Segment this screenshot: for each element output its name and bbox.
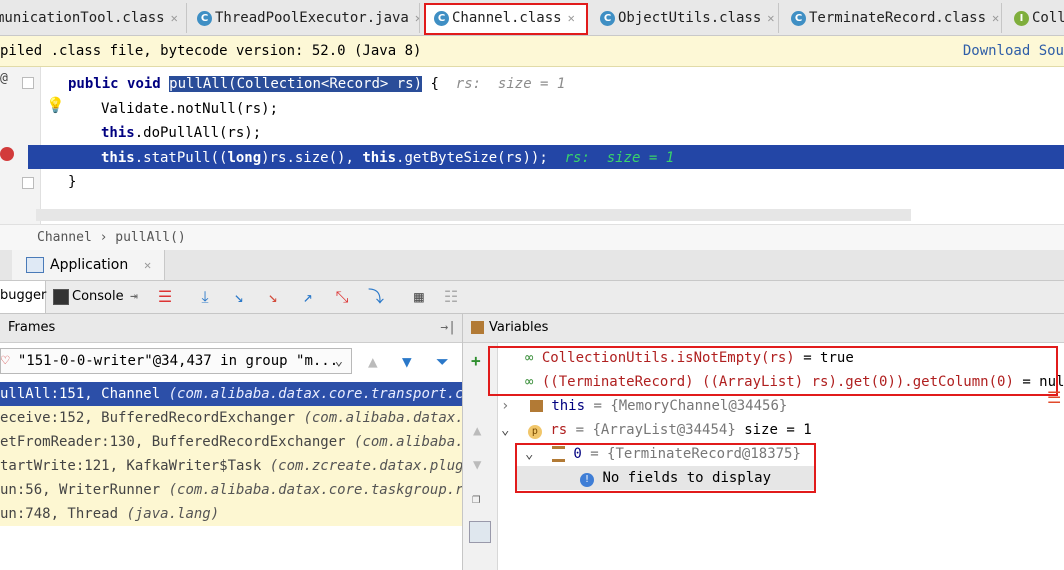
evaluate-expression-icon[interactable]: ▦	[409, 287, 429, 307]
thread-selected-value: "151-0-0-writer"@34,437 in group "m...	[17, 353, 339, 369]
step-out-icon[interactable]: ↗	[298, 287, 318, 307]
tab-coll[interactable]: I Coll	[1004, 3, 1064, 33]
code-line-5[interactable]: }	[0, 170, 1064, 194]
step-into-icon[interactable]: ↘	[229, 287, 249, 307]
chevron-down-icon[interactable]: ⌄	[335, 349, 343, 373]
drop-frame-icon[interactable]: ⤡	[332, 287, 352, 307]
close-icon[interactable]: ✕	[144, 250, 151, 280]
highlight-box-item-0	[515, 443, 816, 493]
code-line-1[interactable]: public void pullAll(Collection<Record> r…	[0, 72, 1064, 96]
close-icon[interactable]: ✕	[992, 11, 999, 25]
code-line-3[interactable]: this.doPullAll(rs);	[0, 121, 1064, 145]
frame-row[interactable]: etFromReader:130, BufferedRecordExchange…	[0, 430, 462, 454]
close-icon[interactable]: ✕	[415, 11, 419, 25]
tab-object-utils[interactable]: C ObjectUtils.class ✕	[590, 3, 779, 33]
copy-icon[interactable]: ❐	[472, 491, 480, 507]
force-step-into-icon[interactable]: ↘	[263, 287, 283, 307]
run-to-cursor-icon[interactable]: ⤵	[366, 287, 386, 307]
variables-title: Variables	[489, 320, 549, 335]
frame-row[interactable]: tartWrite:121, KafkaWriter$Task (com.zcr…	[0, 454, 462, 478]
highlight-box-active-tab	[424, 3, 588, 35]
pin-arrow-icon[interactable]: →|	[440, 314, 456, 342]
move-watch-up-icon[interactable]: ▲	[473, 423, 481, 439]
console-icon	[53, 289, 69, 305]
show-execution-point-icon[interactable]: ☰	[155, 287, 175, 307]
trace-icon[interactable]: ☷	[441, 287, 461, 307]
breadcrumb-item-class[interactable]: Channel	[37, 230, 92, 245]
variables-header: Variables	[463, 314, 1064, 343]
banner-text: piled .class file, bytecode version: 52.…	[0, 43, 422, 59]
tab-console[interactable]: Console ⇥	[50, 284, 146, 310]
frames-title: Frames	[8, 320, 56, 335]
tab-application[interactable]: Application ✕	[12, 250, 165, 280]
close-icon[interactable]: ✕	[767, 11, 774, 25]
chevron-right-icon[interactable]: ›	[501, 398, 509, 414]
code-line-4[interactable]: this.statPull((long)rs.size(), this.getB…	[0, 146, 1064, 170]
previous-frame-icon[interactable]: ▲	[368, 352, 378, 371]
pin-arrow-icon[interactable]: ⇥	[130, 284, 138, 310]
thread-suspended-icon: ♡	[1, 353, 10, 369]
variable-row-this[interactable]: › this = {MemoryChannel@34456}	[501, 394, 787, 418]
tab-thread-pool-executor[interactable]: CThreadPoolExecutor.java ✕	[187, 3, 420, 33]
class-icon: C	[600, 10, 615, 26]
frame-row[interactable]: un:748, Thread (java.lang)	[0, 502, 462, 526]
frames-panel: Frames →| ♡ "151-0-0-writer"@34,437 in g…	[0, 314, 463, 570]
inline-debug-hint: rs: size = 1	[564, 150, 675, 166]
debug-session-tabs: Application ✕	[0, 250, 1064, 281]
tab-debugger[interactable]: bugger	[0, 281, 46, 313]
class-icon: C	[197, 10, 212, 26]
tab-communication-tool[interactable]: municationTool.class ✕	[0, 3, 187, 33]
breadcrumb: Channel › pullAll()	[0, 224, 1064, 250]
thread-select[interactable]: ♡ "151-0-0-writer"@34,437 in group "m...…	[0, 348, 352, 374]
breadcrumb-separator: ›	[99, 230, 108, 245]
field-icon	[529, 400, 543, 412]
frame-row[interactable]: un:56, WriterRunner (com.alibaba.datax.c…	[0, 478, 462, 502]
tab-terminate-record[interactable]: C TerminateRecord.class ✕	[781, 3, 1002, 33]
variable-row-rs[interactable]: ⌄ p rs = {ArrayList@34454} size = 1	[501, 418, 812, 442]
highlight-box-watches	[488, 346, 1058, 396]
tab-label: municationTool.class	[0, 10, 165, 26]
code-line-2[interactable]: Validate.notNull(rs);	[0, 97, 1064, 121]
download-sources-link[interactable]: Download Sou	[963, 36, 1064, 66]
tab-label: ObjectUtils.class	[618, 10, 762, 26]
frames-header: Frames →|	[0, 314, 462, 343]
watches-toggle-icon[interactable]	[469, 521, 491, 543]
annotation-icon: ☰	[1047, 388, 1062, 407]
decompiled-banner: piled .class file, bytecode version: 52.…	[0, 36, 1064, 67]
variables-icon	[471, 321, 484, 334]
move-watch-down-icon[interactable]: ▼	[473, 457, 481, 473]
new-watch-icon[interactable]: +	[471, 351, 481, 370]
parameter-icon: p	[527, 425, 542, 439]
tab-label: ThreadPoolExecutor.java	[215, 10, 409, 26]
class-icon: C	[791, 10, 806, 26]
close-icon[interactable]: ✕	[171, 11, 178, 25]
horizontal-scrollbar[interactable]	[36, 209, 911, 221]
step-over-icon[interactable]: ⤓	[195, 287, 215, 307]
debugger-toolbar: bugger Console ⇥ ☰ ⤓ ↘ ↘ ↗ ⤡ ⤵ ▦ ☷	[0, 281, 1064, 314]
run-config-label: Application	[50, 257, 129, 273]
tab-label: Coll	[1032, 10, 1064, 26]
filter-icon[interactable]: ⏷	[436, 352, 449, 372]
application-icon	[26, 257, 44, 273]
breadcrumb-item-method[interactable]: pullAll()	[115, 230, 185, 245]
inline-debug-hint: rs: size = 1	[455, 76, 566, 92]
frame-row[interactable]: ullAll:151, Channel (com.alibaba.datax.c…	[0, 382, 462, 406]
interface-icon: I	[1014, 10, 1029, 26]
chevron-down-icon[interactable]: ⌄	[501, 422, 509, 438]
selected-text: pullAll(Collection<Record> rs)	[169, 76, 423, 92]
frame-row[interactable]: eceive:152, BufferedRecordExchanger (com…	[0, 406, 462, 430]
next-frame-icon[interactable]: ▼	[402, 352, 412, 371]
tab-label: TerminateRecord.class	[809, 10, 987, 26]
